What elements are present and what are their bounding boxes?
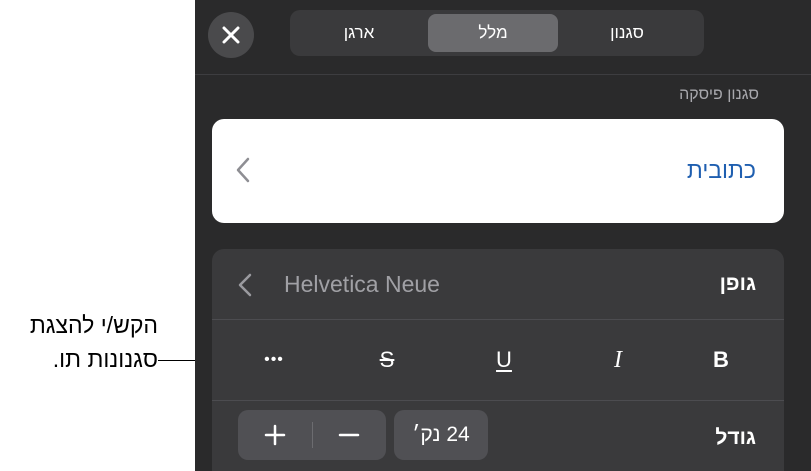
callout-line-2: סגנונות תו. [52, 346, 158, 372]
paragraph-style-button[interactable]: כתובית [212, 119, 784, 223]
plus-icon [264, 424, 286, 446]
tab-arrange[interactable]: ארגן [294, 14, 424, 52]
tab-text[interactable]: מלל [428, 14, 558, 52]
callout-line-1: הקש/י להצגת [29, 312, 158, 338]
font-size-field[interactable]: 24 נק׳ [394, 410, 488, 460]
more-text-options-button[interactable]: ••• [252, 340, 296, 380]
close-icon [222, 26, 240, 44]
minus-icon [338, 433, 360, 437]
bold-button[interactable]: B [699, 340, 743, 380]
header-divider [195, 74, 811, 75]
callout-annotation: הקש/י להצגת סגנונות תו. [0, 308, 158, 376]
italic-button[interactable]: I [596, 340, 640, 380]
format-panel: ארגן מלל סגנון סגנון פיסקה כתובית Helvet… [195, 0, 811, 471]
font-row[interactable]: Helvetica Neue גופן [212, 249, 784, 319]
row-divider [212, 319, 784, 320]
increase-size-button[interactable] [238, 410, 312, 460]
font-label: גופן [719, 272, 756, 295]
paragraph-style-label: סגנון פיסקה [679, 86, 759, 103]
chevron-left-icon [236, 157, 250, 188]
decrease-size-button[interactable] [312, 410, 386, 460]
size-label: גודל [715, 426, 756, 449]
tab-segmented-control: ארגן מלל סגנון [290, 10, 704, 56]
row-divider [212, 400, 784, 401]
paragraph-style-value: כתובית [686, 157, 756, 183]
font-settings-card: Helvetica Neue גופן ••• S U I B 24 נק׳ ג… [212, 249, 784, 471]
size-stepper [238, 410, 386, 460]
underline-button[interactable]: U [482, 340, 526, 380]
close-button[interactable] [208, 12, 254, 58]
tab-style[interactable]: סגנון [562, 14, 692, 52]
strikethrough-button[interactable]: S [365, 340, 409, 380]
chevron-left-icon [238, 273, 252, 302]
font-name: Helvetica Neue [284, 271, 440, 297]
